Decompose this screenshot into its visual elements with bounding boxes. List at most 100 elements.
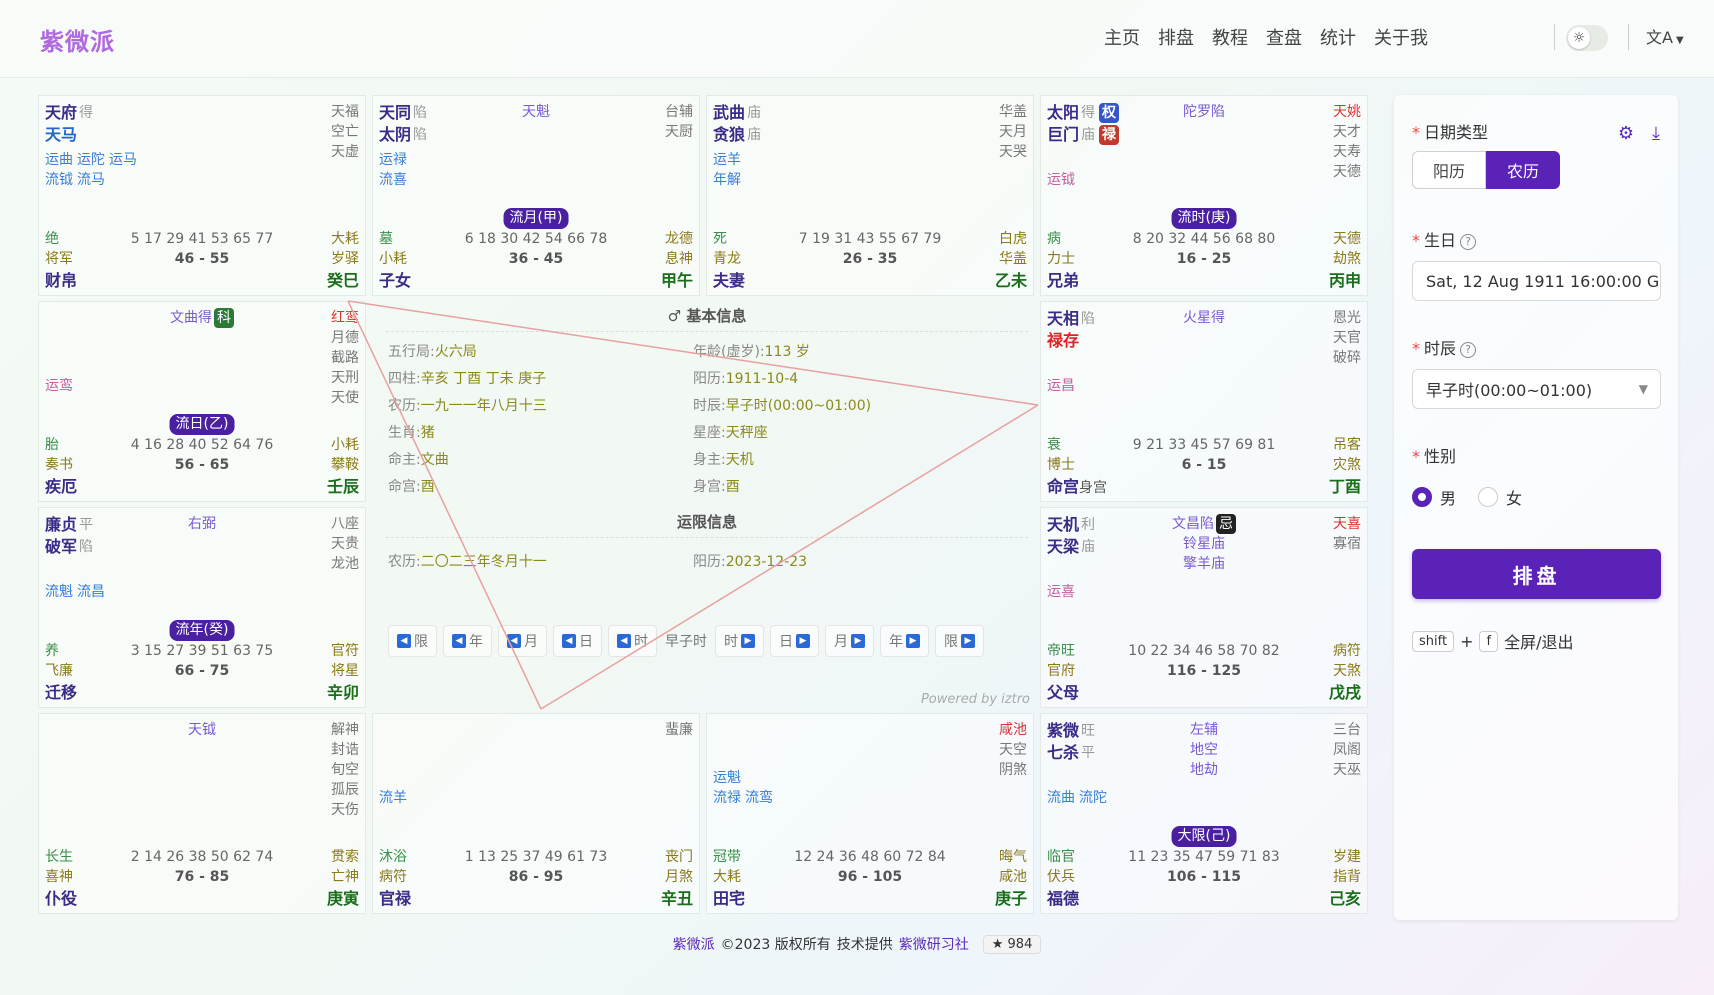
palace-name[interactable]: 迁移 (45, 679, 77, 703)
palace-name[interactable]: 疾厄 (45, 473, 77, 497)
palace-cell-wei[interactable]: 武曲庙贪狼庙华盖 天月 天哭 运羊 年解死青龙 7 19 31 43 55 67 79 26… (706, 95, 1034, 296)
palace-name[interactable]: 田宅 (713, 885, 745, 909)
control-label: 限 (414, 634, 428, 650)
nav-chart[interactable]: 排盘 (1158, 24, 1194, 50)
major-star[interactable]: 太阴陷 (379, 124, 427, 146)
palace-cell-zi[interactable]: 咸池 天空 阴煞 运魁 流禄 流鸾 冠带 大耗 12 24 36 48 60 72 84 96 -… (706, 713, 1034, 914)
palace-cell-wu[interactable]: 天同陷太阴陷天魁 台辅 天厨 运禄 流喜 流月(甲) 墓小耗 6 18 30 42 54 66… (372, 95, 700, 296)
minor-star[interactable]: 天钺 (39, 720, 365, 740)
horoscope-badge[interactable]: 流年(癸) (169, 620, 235, 641)
minor-star[interactable]: 陀罗陷 (1041, 102, 1367, 122)
info-row: 命宫:酉 (388, 474, 547, 501)
site-logo[interactable]: 紫微派 (40, 22, 115, 57)
major-star[interactable]: 破军陷 (45, 536, 93, 558)
minor-star[interactable]: 地空 (1041, 740, 1367, 760)
footer-org-link[interactable]: 紫微研习社 (899, 934, 969, 954)
palace-cell-shen[interactable]: 太阳得权巨门庙禄陀罗陷 天姚 天才 天寿 天德 运钺 流时(庚) 病力士 8 20 32 44… (1040, 95, 1368, 296)
adjective-stars: 恩光 天官 破碎 (1333, 308, 1361, 368)
prev-year-button[interactable]: ◀ 年 (443, 625, 492, 657)
nav-about[interactable]: 关于我 (1374, 24, 1428, 50)
major-star[interactable]: 贪狼庙 (713, 124, 761, 146)
solar-option[interactable]: 阳历 (1412, 151, 1486, 189)
minor-star[interactable]: 铃星庙 (1041, 534, 1367, 554)
minor-star[interactable]: 文昌陷忌 (1041, 514, 1367, 534)
next-month-button[interactable]: 月 ▶ (825, 625, 874, 657)
palace-cell-mao[interactable]: 廉贞平破军陷右弼 八座 天贵 龙池 流魁 流昌 流年(癸) 养飞廉 3 15 27 39 51… (38, 507, 366, 708)
hour-select[interactable]: 早子时(00:00~01:00) ▼ (1412, 369, 1661, 409)
nav-lookup[interactable]: 查盘 (1266, 24, 1302, 50)
gender-male-radio[interactable]: 男 (1412, 485, 1456, 509)
palace-cell-you[interactable]: 天相陷禄存 火星得 恩光 天官 破碎 运昌衰博士 9 21 33 45 57 69 81 6… (1040, 301, 1368, 502)
horoscope-badge[interactable]: 流时(庚) (1171, 208, 1237, 229)
birthday-input[interactable]: Sat, 12 Aug 1911 16:00:00 GMT (1412, 261, 1661, 301)
nav-tutorial[interactable]: 教程 (1212, 24, 1248, 50)
major-star[interactable]: 武曲庙 (713, 102, 761, 124)
star-name: 禄存 (1047, 331, 1080, 350)
horoscope-badge[interactable]: 大限(己) (1171, 826, 1237, 847)
control-label: 限 (944, 634, 958, 650)
prev-decade-button[interactable]: ◀ 限 (388, 625, 437, 657)
help-icon[interactable]: ? (1460, 341, 1477, 358)
prev-hour-button[interactable]: ◀ 时 (608, 625, 657, 657)
yearly-stars: 吊客 灾煞 (1333, 435, 1361, 475)
palace-name[interactable]: 夫妻 (713, 267, 745, 291)
major-star[interactable]: 禄存 (1047, 330, 1095, 352)
gender-female-radio[interactable]: 女 (1478, 485, 1522, 509)
f-key: f (1479, 630, 1499, 652)
right-arrow-icon: ▶ (961, 634, 975, 648)
adjective-stars: 台辅 天厨 (665, 102, 693, 142)
horoscope-badge[interactable]: 流日(乙) (169, 414, 235, 435)
major-star[interactable]: 天府得 (45, 102, 93, 124)
info-row: 农历:一九一一年八月十三 (388, 393, 547, 420)
flow-row (45, 356, 77, 376)
lunar-option[interactable]: 农历 (1486, 151, 1560, 189)
palace-name[interactable]: 福德 (1047, 885, 1079, 909)
nav-stats[interactable]: 统计 (1320, 24, 1356, 50)
prev-month-button[interactable]: ◀ 月 (498, 625, 547, 657)
adjective-star: 解神 (331, 722, 359, 738)
palace-name[interactable]: 命宫身宫 (1047, 473, 1107, 497)
prev-day-button[interactable]: ◀ 日 (553, 625, 602, 657)
palace-cell-yin[interactable]: 天钺 解神 封诰 旬空 孤辰 天伤 长生 喜神 2 14 26 38 50 62 74 76 -… (38, 713, 366, 914)
download-icon[interactable]: ⤓ (1652, 123, 1660, 144)
theme-toggle[interactable]: ☼ (1566, 25, 1608, 51)
info-value: 113 岁 (764, 344, 810, 360)
palace-name[interactable]: 仆役 (45, 885, 77, 909)
palace-cell-chen[interactable]: 文曲得科红鸾 月德 截路 天刑 天使 运鸾 流日(乙) 胎奏书 4 16 28 40 52 6… (38, 301, 366, 502)
palace-name[interactable]: 财帛 (45, 267, 77, 291)
language-switcher[interactable]: 文A ▼ (1646, 24, 1684, 48)
next-hour-button[interactable]: 时 ▶ (715, 625, 764, 657)
major-star[interactable]: 巨门庙禄 (1047, 124, 1120, 146)
settings-icon[interactable]: ⚙ (1618, 123, 1634, 144)
yearly-stars: 小耗 攀鞍 (331, 435, 359, 475)
palace-cell-hai[interactable]: 紫微旺七杀平左辅 地空 地劫 三台 凤阁 天巫 流曲 流陀 大限(己) 临官 伏兵 11 23 35… (1040, 713, 1368, 914)
palace-name[interactable]: 兄弟 (1047, 267, 1079, 291)
submit-chart-button[interactable]: 排盘 (1412, 549, 1661, 599)
github-stars-button[interactable]: ★ 984 (982, 934, 1042, 954)
flow-stars: 运魁 流禄 流鸾 (713, 768, 777, 808)
minor-star[interactable]: 火星得 (1041, 308, 1367, 328)
adjective-star: 天空 (999, 742, 1027, 758)
horoscope-badge[interactable]: 流月(甲) (503, 208, 569, 229)
adjective-star: 龙池 (331, 556, 359, 572)
palace-name[interactable]: 子女 (379, 267, 411, 291)
palace-cell-xu[interactable]: 天机利天梁庙文昌陷忌铃星庙 擎羊庙 天喜 寡宿 运喜 帝旺 官府 10 22 34 46 5… (1040, 507, 1368, 708)
major-star[interactable]: 天马 (45, 124, 93, 146)
palace-cell-si[interactable]: 天府得天马 天福 空亡 天虚 运曲 运陀 运马 流钺 流马绝将军 5 17 29 41 53 65… (38, 95, 366, 296)
minor-star[interactable]: 文曲得科 (39, 308, 365, 328)
minor-star[interactable]: 右弼 (39, 514, 365, 534)
palace-name[interactable]: 官禄 (379, 885, 411, 909)
palace-cell-chou[interactable]: 蜚廉 流羊 沐浴 病符 1 13 25 37 49 61 73 86 - 95 丧门 月煞官… (372, 713, 700, 914)
minor-star[interactable]: 擎羊庙 (1041, 554, 1367, 574)
minor-star[interactable]: 左辅 (1041, 720, 1367, 740)
adjective-stars: 八座 天贵 龙池 (331, 514, 359, 574)
next-year-button[interactable]: 年 ▶ (880, 625, 929, 657)
help-icon[interactable]: ? (1460, 233, 1477, 250)
nav-home[interactable]: 主页 (1104, 24, 1140, 50)
next-day-button[interactable]: 日 ▶ (770, 625, 819, 657)
footer-copyright: ©2023 版权所有 (720, 937, 831, 953)
next-decade-button[interactable]: 限 ▶ (935, 625, 984, 657)
minor-star[interactable]: 天魁 (373, 102, 699, 122)
footer-brand-link[interactable]: 紫微派 (673, 934, 715, 954)
palace-name[interactable]: 父母 (1047, 679, 1079, 703)
